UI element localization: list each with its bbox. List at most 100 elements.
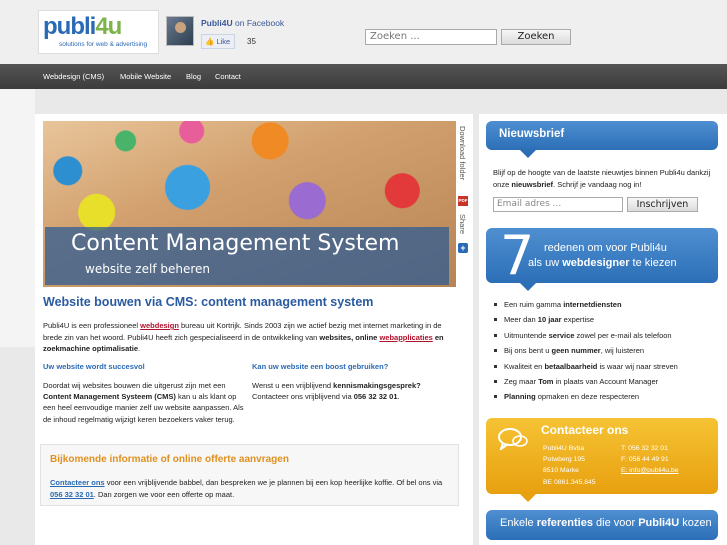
search-button[interactable]: Zoeken — [501, 29, 571, 45]
list-item: Zeg maar Tom in plaats van Account Manag… — [494, 377, 678, 392]
contact-email-link[interactable]: E: info@publi4u.be — [621, 467, 679, 474]
offer-text-2: . Dan zorgen we voor een offerte op maat… — [93, 489, 235, 499]
list-item: Een ruim gamma internetdiensten — [494, 300, 678, 315]
nav-item-blog[interactable]: Blog — [186, 72, 201, 81]
download-folder-link[interactable]: Download folder — [458, 126, 467, 180]
reason-pre: Kwaliteit en — [504, 361, 545, 371]
reason-bold: Tom — [538, 376, 554, 386]
page-tools: Download folder PDF Share + — [456, 121, 470, 256]
left-margin — [0, 89, 35, 347]
contact-street: Potwberg 195 — [543, 456, 585, 463]
reason-bold: 10 jaar — [537, 315, 562, 325]
pdf-icon[interactable]: PDF — [458, 196, 468, 206]
plus-icon[interactable]: + — [458, 243, 468, 253]
nav-item-webdesign[interactable]: Webdesign (CMS) — [43, 72, 104, 81]
refs-bold-2: Publi4U — [638, 517, 680, 529]
hero-title: Content Management System — [71, 231, 400, 256]
offer-text: Contacteer ons voor een vrijblijvende ba… — [50, 477, 450, 500]
newsletter-subscribe-button[interactable]: Inschrijven — [627, 197, 698, 212]
contact-vat: BE 0861.345.845 — [543, 479, 596, 486]
column2-heading: Kan uw website een boost gebruiken? — [252, 362, 389, 371]
page-title: Website bouwen via CMS: content manageme… — [43, 295, 374, 309]
reason-post: , wij luisteren — [600, 346, 645, 356]
reason-pre: Meer dan — [504, 315, 538, 325]
newsletter-arrow — [520, 150, 536, 158]
contact-title: Contacteer ons — [541, 423, 629, 437]
thumbs-up-icon: 👍 — [205, 37, 215, 46]
col1-bold: Content Management Systeem (CMS) — [43, 392, 176, 402]
references-text[interactable]: Enkele referenties die voor Publi4U koze… — [500, 517, 712, 529]
list-item: Uitmuntende service zowel per e-mail als… — [494, 331, 678, 346]
reasons-list: Een ruim gamma internetdiensten Meer dan… — [494, 300, 678, 408]
contact-phone: T: 056 32 32 01 — [621, 445, 668, 452]
reason-pre: Een ruim gamma — [504, 300, 564, 309]
facebook-like-button[interactable]: 👍 Like — [201, 34, 235, 49]
hero-subtitle: website zelf beheren — [85, 262, 211, 276]
reason-post: in plaats van Account Manager — [553, 376, 659, 386]
reason-pre: Uitmuntende — [504, 330, 549, 340]
reasons-arrow — [520, 283, 536, 291]
contact-fax: F: 056 44 49 91 — [621, 456, 669, 463]
site-logo[interactable]: publi4u solutions for web & advertising — [38, 10, 159, 54]
reason-post: zowel per e-mail als telefoon — [574, 330, 672, 340]
facebook-avatar[interactable] — [166, 16, 194, 46]
refs-bold-1: referenties — [536, 517, 593, 529]
intro-text-4: . — [138, 344, 141, 353]
reason-pre: Zeg maar — [504, 376, 539, 386]
offer-text-1: voor een vrijblijvende babbel, dan bespr… — [104, 478, 443, 487]
main-navigation: Webdesign (CMS) Mobile Website Blog Cont… — [0, 64, 727, 89]
offer-phone-link[interactable]: 056 32 32 01 — [50, 490, 94, 499]
contact-company: Publi4U Bvba — [543, 445, 585, 452]
facebook-page-link[interactable]: Publi4U on Facebook — [201, 18, 284, 28]
search-input[interactable]: Zoeken ... — [365, 29, 497, 45]
nav-item-mobile-website[interactable]: Mobile Website — [120, 72, 171, 81]
reasons-line2-bold: webdesigner — [562, 257, 630, 269]
reason-bold: geen nummer — [551, 346, 601, 356]
reasons-number: 7 — [500, 224, 535, 287]
newsletter-bold: nieuwsbrief — [511, 179, 554, 189]
intro-text-1: Publi4U is een professioneel — [43, 321, 141, 330]
reason-post: expertise — [561, 315, 595, 325]
reasons-line1: redenen om voor Publi4u — [544, 242, 667, 254]
logo-wordmark: publi4u — [43, 13, 122, 41]
newsletter-text: Blijf op de hoogte van de laatste nieuwt… — [493, 167, 721, 190]
chat-bubble-icon — [498, 428, 528, 450]
reasons-line2-a: als uw — [528, 257, 563, 269]
refs-text-c: die voor — [592, 517, 639, 529]
share-link[interactable]: Share — [458, 214, 467, 234]
reason-post: opmaken en deze respecteren — [535, 392, 640, 402]
reason-post: is waar wij naar streven — [597, 361, 678, 371]
column1-heading: Uw website wordt succesvol — [43, 362, 145, 371]
logo-text-b: 4u — [95, 13, 122, 40]
facebook-on-label: on Facebook — [235, 18, 285, 28]
intro-bold-1: websites, online — [319, 332, 380, 342]
refs-text-e: kozen — [679, 517, 712, 529]
intro-paragraph: Publi4U is een professioneel webdesign b… — [43, 320, 459, 355]
intro-text-3: en — [432, 332, 444, 342]
reason-bold: Planning — [504, 392, 536, 402]
col2-text-c: Contacteer ons vrijblijvend via — [252, 392, 354, 402]
reasons-line2: als uw webdesigner te kiezen — [528, 257, 677, 269]
list-item: Bij ons bent u geen nummer, wij luistere… — [494, 346, 678, 361]
column2-text: Wenst u een vrijblijvend kennismakingsge… — [252, 380, 452, 402]
refs-text-a: Enkele — [500, 517, 537, 529]
contact-city: 8510 Marke — [543, 467, 579, 474]
col2-text-a: Wenst u een vrijblijvend — [252, 381, 334, 390]
facebook-name[interactable]: Publi4U — [201, 18, 233, 28]
newsletter-title: Nieuwsbrief — [499, 128, 565, 140]
nav-item-contact[interactable]: Contact — [215, 72, 241, 81]
list-item: Planning opmaken en deze respecteren — [494, 392, 678, 407]
newsletter-email-input[interactable]: Email adres ... — [493, 197, 623, 212]
webapplicaties-link[interactable]: webapplicaties — [379, 333, 432, 342]
facebook-like-count: 35 — [247, 37, 256, 46]
logo-tagline: solutions for web & advertising — [59, 41, 148, 48]
list-item: Meer dan 10 jaar expertise — [494, 315, 678, 330]
col2-bold: kennismakingsgesprek? — [333, 381, 421, 390]
intro-bold-2: zoekmachine optimalisatie — [43, 344, 139, 353]
webdesign-link[interactable]: webdesign — [140, 321, 179, 330]
list-item: Kwaliteit en betaalbaarheid is waar wij … — [494, 362, 678, 377]
column1-text: Doordat wij websites bouwen die uitgerus… — [43, 380, 248, 425]
contact-us-link[interactable]: Contacteer ons — [50, 478, 105, 487]
facebook-like-label: Like — [216, 37, 231, 46]
col2-phone: 056 32 32 01 — [353, 392, 398, 402]
